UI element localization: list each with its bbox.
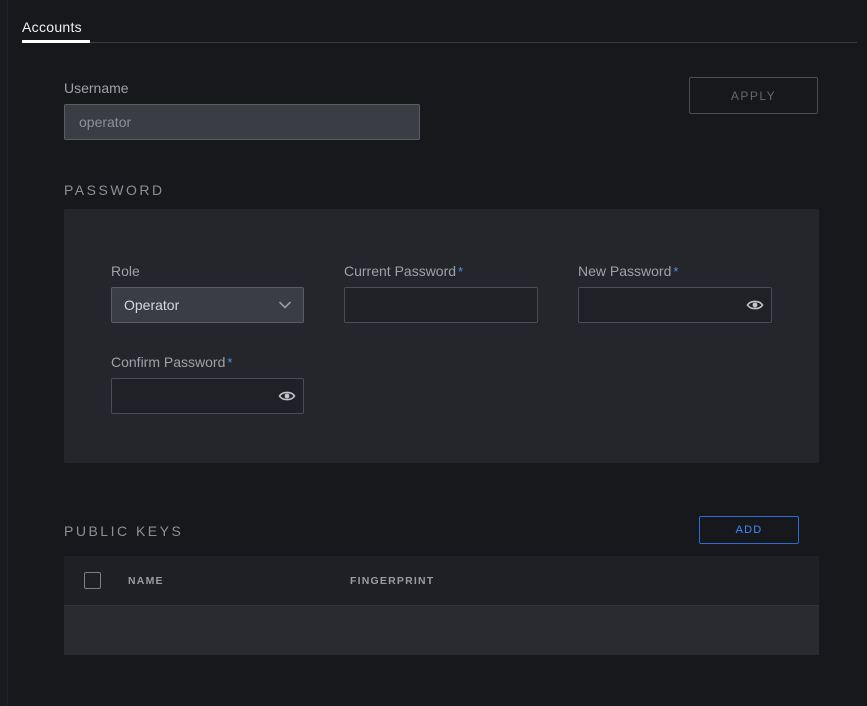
- required-marker: *: [673, 264, 678, 279]
- role-label-text: Role: [111, 263, 140, 279]
- required-marker: *: [227, 355, 232, 370]
- new-password-input[interactable]: [579, 288, 739, 322]
- column-header-fingerprint: FINGERPRINT: [350, 575, 434, 587]
- eye-icon[interactable]: [739, 288, 771, 322]
- public-keys-section-heading: PUBLIC KEYS: [64, 523, 183, 539]
- required-marker: *: [458, 264, 463, 279]
- sidebar-edge: [0, 0, 8, 706]
- tab-accounts-active-indicator: [22, 40, 90, 43]
- current-password-label: Current Password*: [344, 263, 463, 279]
- tab-accounts[interactable]: Accounts: [22, 19, 82, 35]
- role-select[interactable]: Operator: [111, 287, 304, 323]
- accounts-settings-page: Accounts Username APPLY PASSWORD Role Op…: [0, 0, 867, 706]
- eye-icon[interactable]: [271, 379, 303, 413]
- new-password-label: New Password*: [578, 263, 678, 279]
- role-label: Role: [111, 263, 140, 279]
- username-label: Username: [64, 80, 129, 96]
- apply-button[interactable]: APPLY: [689, 77, 818, 114]
- confirm-password-input[interactable]: [112, 379, 271, 413]
- confirm-password-label: Confirm Password*: [111, 354, 232, 370]
- public-keys-empty-row: [64, 606, 819, 655]
- current-password-field: [344, 287, 538, 323]
- username-input[interactable]: [64, 104, 420, 140]
- public-keys-table: NAME FINGERPRINT: [64, 556, 819, 655]
- confirm-password-label-text: Confirm Password: [111, 354, 225, 370]
- add-public-key-button[interactable]: ADD: [699, 516, 799, 544]
- password-section-heading: PASSWORD: [64, 182, 165, 198]
- confirm-password-field: [111, 378, 304, 414]
- password-card: Role Operator Current Password* New Pass…: [64, 209, 819, 463]
- tab-bar-divider: [22, 42, 857, 43]
- new-password-field: [578, 287, 772, 323]
- new-password-label-text: New Password: [578, 263, 671, 279]
- chevron-down-icon: [279, 301, 291, 309]
- column-header-name: NAME: [128, 575, 164, 587]
- public-keys-table-header: NAME FINGERPRINT: [64, 556, 819, 606]
- current-password-label-text: Current Password: [344, 263, 456, 279]
- select-all-checkbox[interactable]: [84, 572, 101, 589]
- role-selected-value: Operator: [124, 297, 179, 313]
- current-password-input[interactable]: [345, 288, 537, 322]
